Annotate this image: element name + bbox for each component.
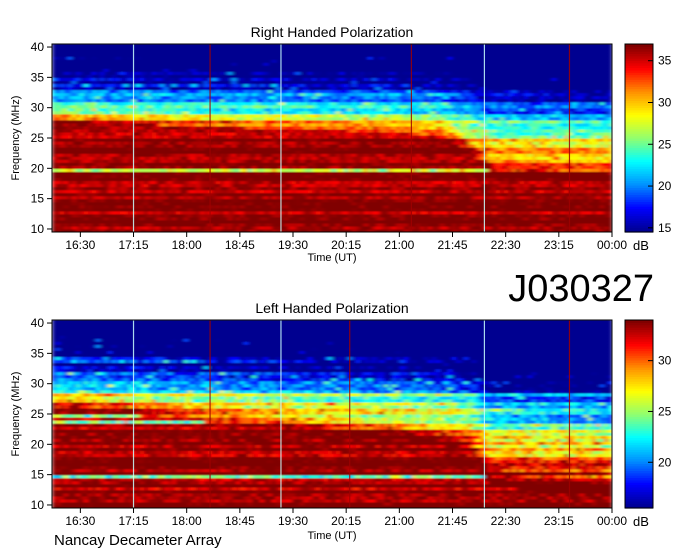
chart-title-right: Right Handed Polarization — [251, 24, 414, 40]
spectrogram-figure: Right Handed Polarization 16:30 17:15 18:0… — [10, 24, 672, 549]
heatmap-right — [52, 44, 612, 232]
